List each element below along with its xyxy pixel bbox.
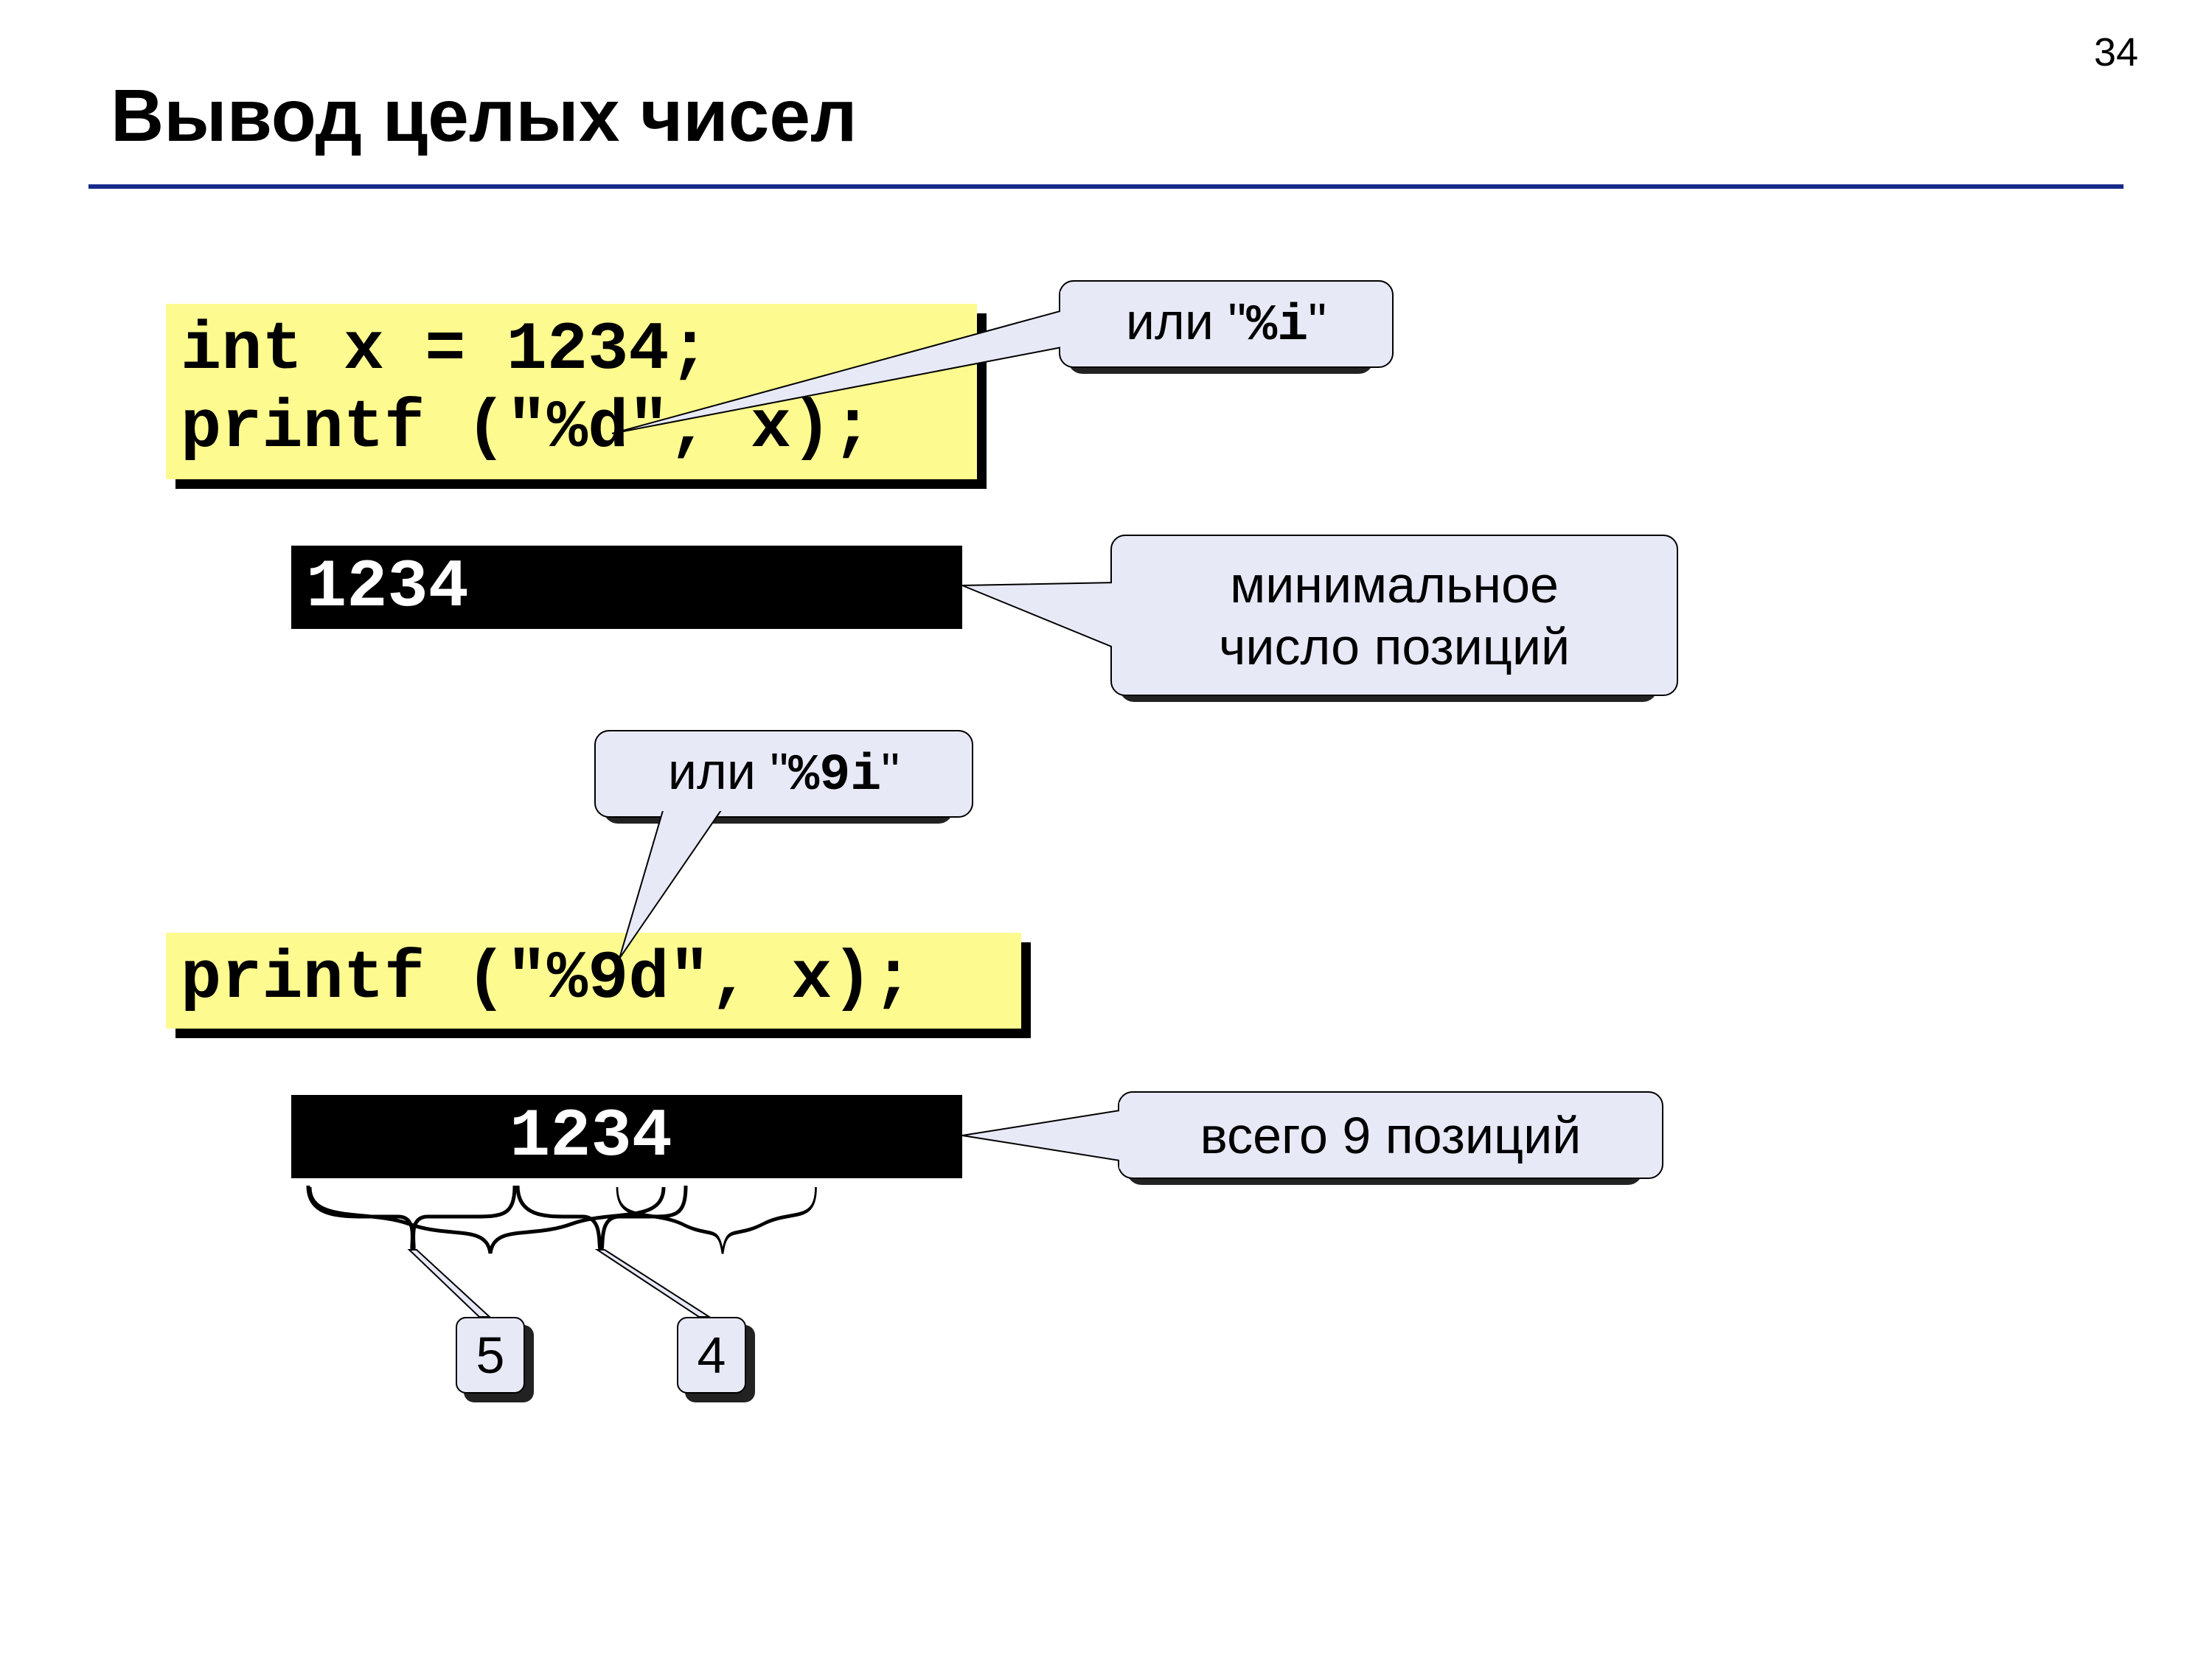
callout3-prefix: или " bbox=[668, 742, 788, 800]
callout2-line2: число позиций bbox=[1219, 618, 1570, 675]
brace-left-text: 5 bbox=[476, 1326, 505, 1385]
terminal-output-2: 1234 bbox=[291, 1095, 962, 1178]
callout3-suffix: " bbox=[881, 742, 900, 800]
code-block-2: printf ("%9d", x); bbox=[166, 933, 1021, 1029]
connectors-svg bbox=[0, 0, 2212, 1659]
callout-percent-i: или "%i" bbox=[1059, 280, 1394, 368]
code2-text: printf ("%9d", x); bbox=[181, 940, 914, 1018]
output2-text: 1234 bbox=[306, 1098, 672, 1175]
brace-label-4: 4 bbox=[677, 1317, 746, 1394]
output1-text: 1234 bbox=[306, 549, 469, 626]
title-rule bbox=[88, 184, 2124, 189]
callout3-bold: %9i bbox=[788, 747, 881, 805]
code1-line1: int x = 1234; bbox=[181, 311, 710, 389]
terminal-output-1: 1234 bbox=[291, 546, 962, 629]
callout1-bold: %i bbox=[1246, 297, 1308, 355]
slide-title: Вывод целых чисел bbox=[111, 74, 858, 159]
callout1-suffix: " bbox=[1308, 293, 1326, 350]
callout2-line1: минимальное bbox=[1230, 556, 1559, 613]
callout-min-positions: минимальное число позиций bbox=[1110, 535, 1678, 696]
brace-label-5: 5 bbox=[456, 1317, 525, 1394]
brace-right-text: 4 bbox=[698, 1326, 726, 1385]
callout-percent-9i: или "%9i" bbox=[594, 730, 973, 818]
callout1-prefix: или " bbox=[1126, 293, 1246, 350]
page-number: 34 bbox=[2094, 29, 2138, 75]
code1-line2: printf ("%d", x); bbox=[181, 389, 873, 467]
callout-total-9: всего 9 позиций bbox=[1118, 1091, 1663, 1179]
code-block-1: int x = 1234; printf ("%d", x); bbox=[166, 304, 977, 479]
callout4-text: всего 9 позиций bbox=[1200, 1105, 1582, 1166]
